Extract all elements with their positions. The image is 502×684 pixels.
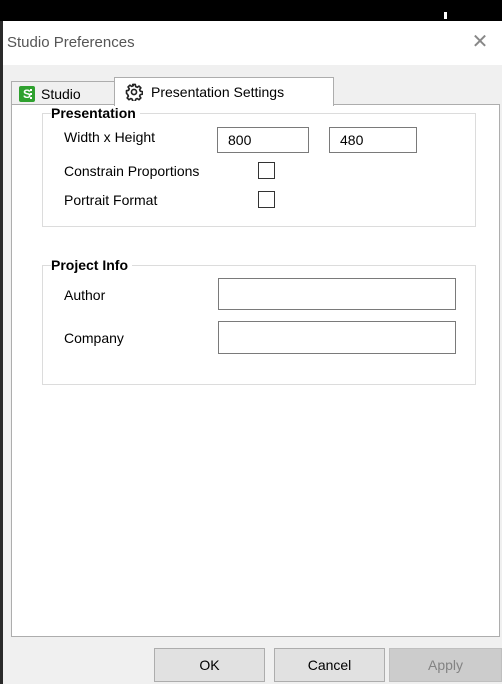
author-label: Author xyxy=(64,287,106,303)
presentation-group: Presentation Width x Height Constrain Pr… xyxy=(42,105,476,227)
company-input[interactable] xyxy=(218,321,456,354)
ok-button[interactable]: OK xyxy=(154,648,265,682)
tab-studio[interactable]: S Studio xyxy=(11,81,115,105)
tab-studio-label: Studio xyxy=(41,85,81,102)
tab-panel-presentation-settings: Presentation Width x Height Constrain Pr… xyxy=(11,104,500,637)
project-info-legend: Project Info xyxy=(51,257,133,273)
apply-button[interactable]: Apply xyxy=(389,648,502,682)
cancel-button[interactable]: Cancel xyxy=(274,648,385,682)
tab-presentation-label: Presentation Settings xyxy=(151,84,285,100)
portrait-format-checkbox[interactable] xyxy=(258,191,275,208)
project-info-group: Project Info Author Company xyxy=(42,257,476,385)
height-input[interactable] xyxy=(329,127,417,153)
author-input[interactable] xyxy=(218,278,456,310)
portrait-format-label: Portrait Format xyxy=(64,192,158,208)
preferences-dialog: Studio Preferences ✕ S Studio Presentati… xyxy=(3,21,502,684)
close-icon[interactable]: ✕ xyxy=(466,27,494,57)
top-bar-marker xyxy=(444,12,447,19)
title-bar: Studio Preferences ✕ xyxy=(3,21,502,65)
top-black-bar xyxy=(0,0,502,21)
tab-presentation-settings[interactable]: Presentation Settings xyxy=(114,77,334,106)
window-title: Studio Preferences xyxy=(7,34,135,51)
width-height-label: Width x Height xyxy=(64,129,156,145)
studio-s-icon: S xyxy=(19,85,35,102)
width-input[interactable] xyxy=(217,127,309,153)
presentation-legend: Presentation xyxy=(51,105,140,121)
constrain-proportions-checkbox[interactable] xyxy=(258,162,275,179)
company-label: Company xyxy=(64,330,124,346)
gear-icon xyxy=(125,83,143,101)
constrain-proportions-label: Constrain Proportions xyxy=(64,163,200,179)
